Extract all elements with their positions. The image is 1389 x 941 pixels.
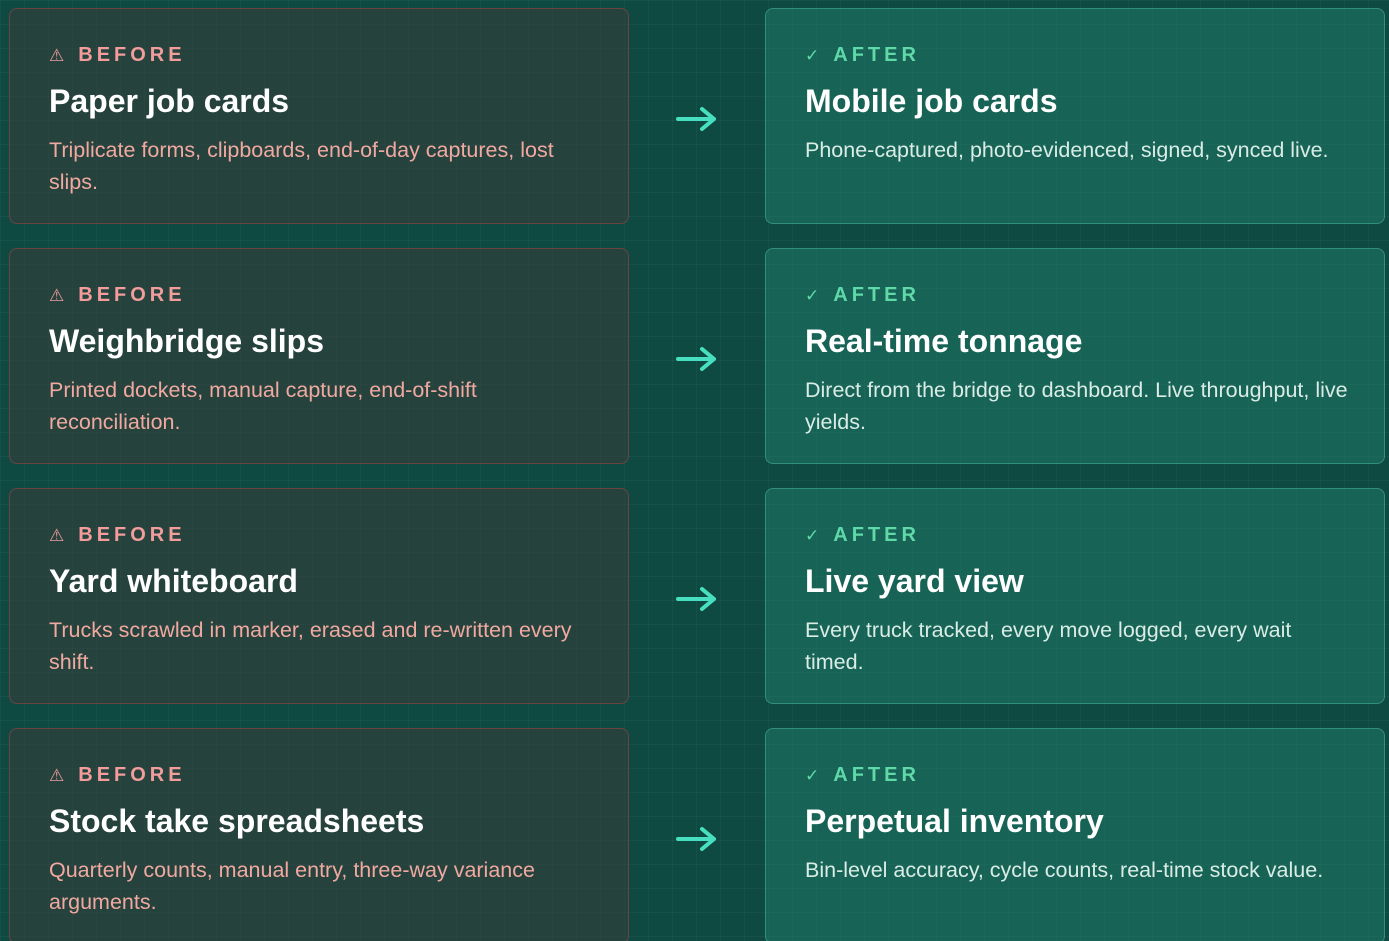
check-icon: ✓ (805, 285, 820, 305)
warning-icon: ⚠ (49, 45, 65, 65)
after-tag: ✓ AFTER (805, 524, 920, 547)
comparison-row: ⚠ BEFORE Stock take spreadsheets Quarter… (0, 728, 1389, 941)
before-title: Paper job cards (49, 83, 290, 119)
after-description: Bin-level accuracy, cycle counts, real-t… (805, 858, 1324, 882)
after-description: Phone-captured, photo-evidenced, signed,… (805, 138, 1329, 162)
before-description: Printed dockets, manual capture, end-of-… (49, 378, 477, 434)
before-tag-label: BEFORE (78, 44, 186, 66)
after-tag: ✓ AFTER (805, 44, 920, 67)
arrow-right-icon (676, 107, 716, 131)
check-icon: ✓ (805, 765, 820, 785)
after-tag: ✓ AFTER (805, 284, 920, 307)
before-tag: ⚠ BEFORE (49, 524, 186, 547)
before-tag-label: BEFORE (78, 284, 186, 306)
before-description: Triplicate forms, clipboards, end-of-day… (49, 138, 554, 194)
after-tag-label: AFTER (833, 764, 920, 786)
before-title: Yard whiteboard (49, 563, 298, 599)
before-card: ⚠ BEFORE Weighbridge slips Printed docke… (9, 248, 629, 464)
before-card: ⚠ BEFORE Yard whiteboard Trucks scrawled… (9, 488, 629, 704)
comparison-row: ⚠ BEFORE Paper job cards Triplicate form… (0, 8, 1389, 226)
check-icon: ✓ (805, 525, 820, 545)
after-card: ✓ AFTER Perpetual inventory Bin-level ac… (765, 728, 1385, 941)
after-card: ✓ AFTER Live yard view Every truck track… (765, 488, 1385, 704)
after-tag: ✓ AFTER (805, 764, 920, 787)
before-tag: ⚠ BEFORE (49, 764, 186, 787)
check-icon: ✓ (805, 45, 820, 65)
warning-icon: ⚠ (49, 525, 65, 545)
after-tag-label: AFTER (833, 44, 920, 66)
after-title: Live yard view (805, 563, 1024, 599)
before-tag: ⚠ BEFORE (49, 44, 186, 67)
warning-icon: ⚠ (49, 285, 65, 305)
before-description: Quarterly counts, manual entry, three-wa… (49, 858, 535, 914)
after-tag-label: AFTER (833, 524, 920, 546)
before-tag-label: BEFORE (78, 764, 186, 786)
after-description: Every truck tracked, every move logged, … (805, 618, 1292, 674)
after-description: Direct from the bridge to dashboard. Liv… (805, 378, 1348, 434)
arrow-right-icon (676, 827, 716, 851)
arrow-right-icon (676, 347, 716, 371)
before-card: ⚠ BEFORE Paper job cards Triplicate form… (9, 8, 629, 224)
after-tag-label: AFTER (833, 284, 920, 306)
after-card: ✓ AFTER Mobile job cards Phone-captured,… (765, 8, 1385, 224)
after-title: Real-time tonnage (805, 323, 1083, 359)
before-tag-label: BEFORE (78, 524, 186, 546)
before-tag: ⚠ BEFORE (49, 284, 186, 307)
comparison-row: ⚠ BEFORE Yard whiteboard Trucks scrawled… (0, 488, 1389, 706)
warning-icon: ⚠ (49, 765, 65, 785)
before-card: ⚠ BEFORE Stock take spreadsheets Quarter… (9, 728, 629, 941)
after-card: ✓ AFTER Real-time tonnage Direct from th… (765, 248, 1385, 464)
before-title: Weighbridge slips (49, 323, 324, 359)
before-title: Stock take spreadsheets (49, 803, 425, 839)
comparison-row: ⚠ BEFORE Weighbridge slips Printed docke… (0, 248, 1389, 466)
arrow-right-icon (676, 587, 716, 611)
after-title: Perpetual inventory (805, 803, 1104, 839)
after-title: Mobile job cards (805, 83, 1058, 119)
before-description: Trucks scrawled in marker, erased and re… (49, 618, 572, 674)
